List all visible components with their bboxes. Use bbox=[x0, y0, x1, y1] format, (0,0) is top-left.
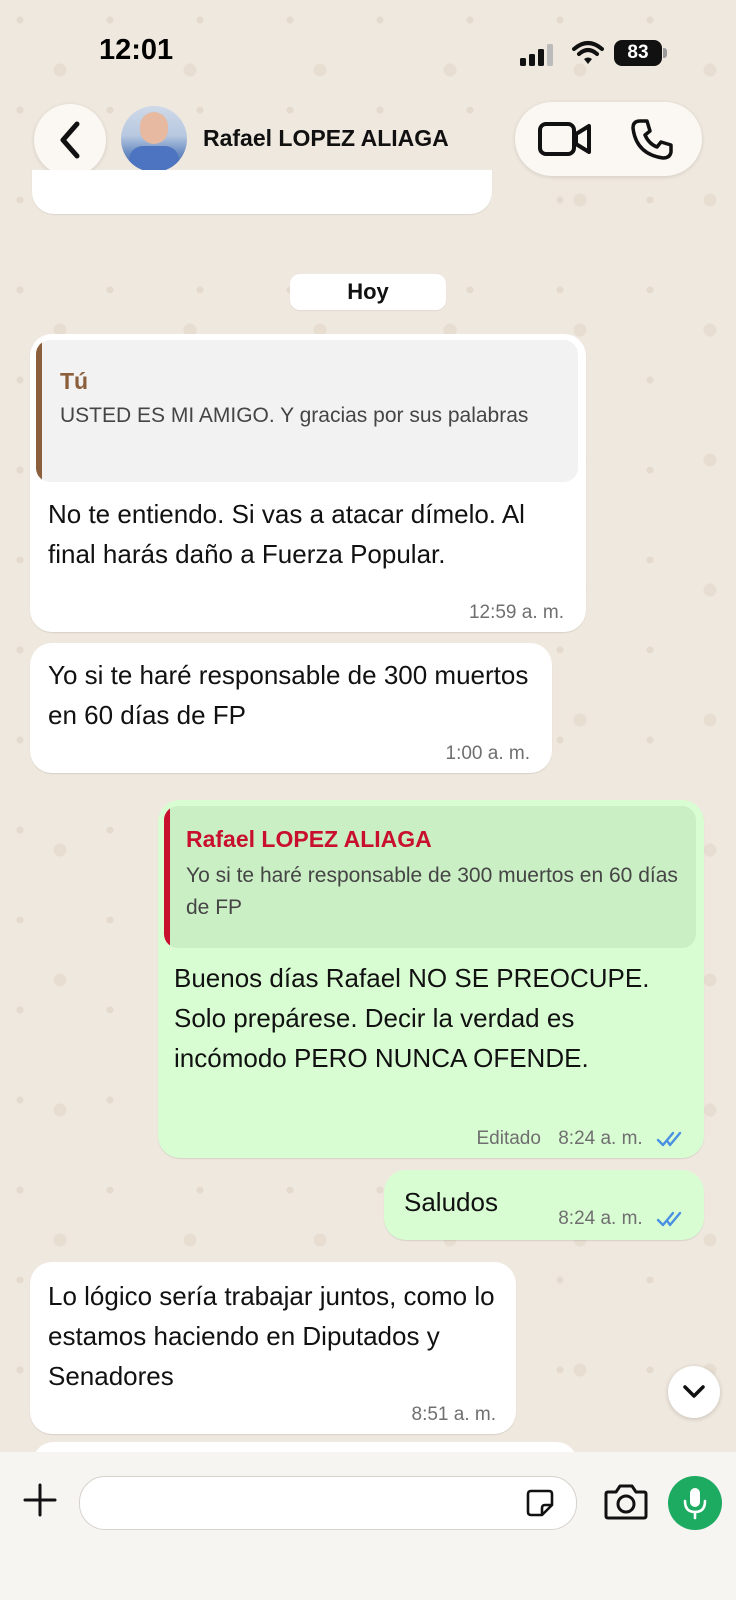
message-meta: Editado 8:24 a. m. bbox=[476, 1128, 686, 1150]
quote-bar bbox=[164, 806, 170, 948]
quoted-message[interactable]: Rafael LOPEZ ALIAGA Yo si te haré respon… bbox=[164, 806, 696, 948]
message-text: Lo lógico sería trabajar juntos, como lo… bbox=[48, 1281, 495, 1391]
voice-message-button[interactable] bbox=[668, 1476, 722, 1530]
quote-author: Tú bbox=[60, 368, 89, 394]
signal-icon bbox=[520, 44, 553, 66]
read-receipt-icon bbox=[656, 1131, 682, 1147]
quote-text: Yo si te haré responsable de 300 muertos… bbox=[186, 864, 678, 919]
message-text: No te entiendo. Si vas a atacar dímelo. … bbox=[48, 499, 525, 569]
timestamp: 8:24 a. m. bbox=[558, 1208, 643, 1229]
video-call-button[interactable] bbox=[535, 118, 595, 160]
battery-tip bbox=[663, 48, 667, 58]
message-text: Saludos bbox=[404, 1187, 498, 1217]
outgoing-message[interactable]: Saludos 8:24 a. m. bbox=[384, 1170, 704, 1240]
message-time: 1:00 a. m. bbox=[446, 743, 531, 765]
incoming-message[interactable]: Tú USTED ES MI AMIGO. Y gracias por sus … bbox=[30, 334, 586, 632]
previous-message-bubble bbox=[32, 170, 492, 214]
date-separator: Hoy bbox=[290, 274, 446, 310]
chevron-down-icon bbox=[683, 1385, 705, 1398]
incoming-message[interactable]: Lo lógico sería trabajar juntos, como lo… bbox=[30, 1262, 516, 1434]
voice-call-button[interactable] bbox=[627, 114, 677, 164]
timestamp: 8:51 a. m. bbox=[411, 1404, 497, 1425]
message-time: 8:51 a. m. bbox=[412, 1404, 497, 1426]
timestamp: 8:24 a. m. bbox=[558, 1128, 643, 1149]
timestamp: 1:00 a. m. bbox=[445, 743, 531, 764]
video-camera-icon bbox=[538, 122, 591, 156]
attach-button[interactable] bbox=[18, 1478, 62, 1522]
read-receipt-icon bbox=[656, 1211, 682, 1227]
call-actions bbox=[515, 102, 702, 176]
incoming-message[interactable]: Yo si te haré responsable de 300 muertos… bbox=[30, 643, 552, 773]
camera-icon[interactable] bbox=[603, 1482, 649, 1522]
status-time: 12:01 bbox=[99, 34, 174, 66]
avatar-face bbox=[140, 112, 168, 144]
contact-name[interactable]: Rafael LOPEZ ALIAGA bbox=[203, 125, 449, 152]
message-text: Yo si te haré responsable de 300 muertos… bbox=[48, 660, 529, 730]
status-bar: 12:01 83 bbox=[0, 0, 736, 100]
outgoing-message[interactable]: Rafael LOPEZ ALIAGA Yo si te haré respon… bbox=[158, 800, 704, 1158]
timestamp: 12:59 a. m. bbox=[468, 602, 564, 623]
edited-label: Editado bbox=[476, 1128, 541, 1149]
message-input[interactable] bbox=[98, 1477, 502, 1531]
message-composer bbox=[0, 1452, 736, 1600]
message-meta: 8:24 a. m. bbox=[558, 1208, 686, 1230]
chevron-left-icon bbox=[60, 121, 80, 159]
scroll-to-bottom-button[interactable] bbox=[668, 1366, 720, 1418]
message-time: 12:59 a. m. bbox=[469, 602, 564, 624]
contact-avatar[interactable] bbox=[121, 106, 187, 172]
back-button[interactable] bbox=[34, 104, 106, 176]
quote-text: USTED ES MI AMIGO. Y gracias por sus pal… bbox=[60, 404, 529, 427]
wifi-icon bbox=[572, 41, 604, 64]
message-text: Buenos días Rafael NO SE PREOCUPE. Solo … bbox=[174, 963, 650, 1073]
microphone-icon bbox=[683, 1488, 707, 1520]
avatar-shirt bbox=[129, 146, 179, 172]
message-input-container bbox=[79, 1476, 577, 1531]
battery-indicator: 83 bbox=[614, 40, 662, 66]
quote-bar bbox=[36, 340, 42, 482]
phone-icon bbox=[631, 119, 673, 160]
plus-icon bbox=[23, 1483, 57, 1517]
quoted-message[interactable]: Tú USTED ES MI AMIGO. Y gracias por sus … bbox=[36, 340, 578, 482]
sticker-icon[interactable] bbox=[525, 1488, 555, 1518]
quote-author: Rafael LOPEZ ALIAGA bbox=[186, 826, 432, 852]
